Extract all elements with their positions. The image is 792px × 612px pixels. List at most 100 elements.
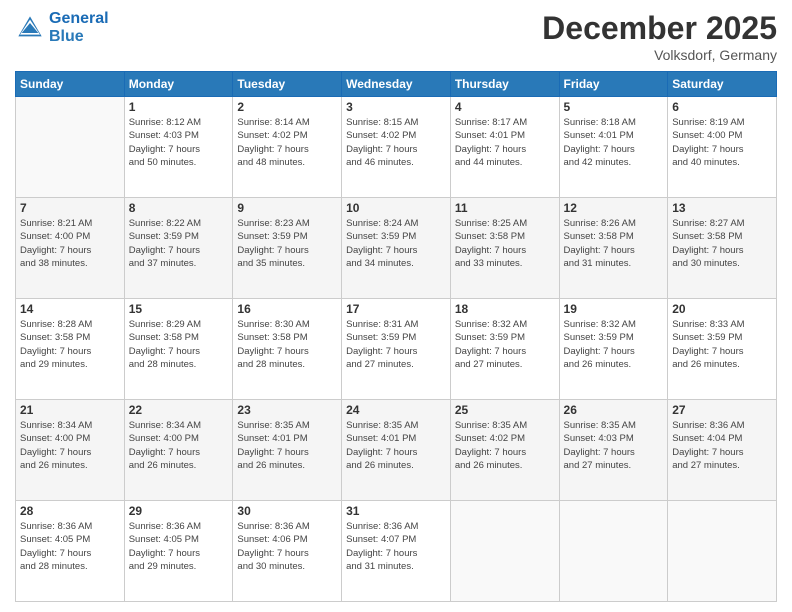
calendar-cell: 13 Sunrise: 8:27 AMSunset: 3:58 PMDayligh… bbox=[668, 198, 777, 299]
day-info: Sunrise: 8:28 AMSunset: 3:58 PMDaylight:… bbox=[20, 318, 120, 371]
day-number: 8 bbox=[129, 201, 229, 215]
day-info: Sunrise: 8:12 AMSunset: 4:03 PMDaylight:… bbox=[129, 116, 229, 169]
weekday-header-thursday: Thursday bbox=[450, 72, 559, 97]
day-number: 9 bbox=[237, 201, 337, 215]
calendar-week-1: 7 Sunrise: 8:21 AMSunset: 4:00 PMDaylight… bbox=[16, 198, 777, 299]
day-info: Sunrise: 8:36 AMSunset: 4:05 PMDaylight:… bbox=[129, 520, 229, 573]
day-number: 15 bbox=[129, 302, 229, 316]
calendar-cell: 21 Sunrise: 8:34 AMSunset: 4:00 PMDayligh… bbox=[16, 400, 125, 501]
calendar-cell: 3 Sunrise: 8:15 AMSunset: 4:02 PMDaylight… bbox=[342, 97, 451, 198]
day-info: Sunrise: 8:17 AMSunset: 4:01 PMDaylight:… bbox=[455, 116, 555, 169]
calendar-cell: 19 Sunrise: 8:32 AMSunset: 3:59 PMDayligh… bbox=[559, 299, 668, 400]
day-number: 22 bbox=[129, 403, 229, 417]
day-info: Sunrise: 8:32 AMSunset: 3:59 PMDaylight:… bbox=[455, 318, 555, 371]
calendar-cell: 22 Sunrise: 8:34 AMSunset: 4:00 PMDayligh… bbox=[124, 400, 233, 501]
calendar-cell: 9Sunrise: 8:23 AMSunset: 3:59 PMDaylight… bbox=[233, 198, 342, 299]
calendar-cell: 4 Sunrise: 8:17 AMSunset: 4:01 PMDaylight… bbox=[450, 97, 559, 198]
weekday-header-saturday: Saturday bbox=[668, 72, 777, 97]
calendar-cell bbox=[450, 501, 559, 602]
day-info: Sunrise: 8:26 AMSunset: 3:58 PMDaylight:… bbox=[564, 217, 664, 270]
day-info: Sunrise: 8:22 AMSunset: 3:59 PMDaylight:… bbox=[129, 217, 229, 270]
day-info: Sunrise: 8:32 AMSunset: 3:59 PMDaylight:… bbox=[564, 318, 664, 371]
day-info: Sunrise: 8:36 AMSunset: 4:05 PMDaylight:… bbox=[20, 520, 120, 573]
day-number: 14 bbox=[20, 302, 120, 316]
calendar-cell: 15 Sunrise: 8:29 AMSunset: 3:58 PMDayligh… bbox=[124, 299, 233, 400]
day-info: Sunrise: 8:33 AMSunset: 3:59 PMDaylight:… bbox=[672, 318, 772, 371]
logo-text: General Blue bbox=[49, 10, 109, 45]
calendar-cell bbox=[668, 501, 777, 602]
day-info: Sunrise: 8:35 AMSunset: 4:01 PMDaylight:… bbox=[346, 419, 446, 472]
day-info: Sunrise: 8:35 AMSunset: 4:03 PMDaylight:… bbox=[564, 419, 664, 472]
calendar-cell bbox=[559, 501, 668, 602]
calendar-cell: 23 Sunrise: 8:35 AMSunset: 4:01 PMDayligh… bbox=[233, 400, 342, 501]
calendar-cell: 18 Sunrise: 8:32 AMSunset: 3:59 PMDayligh… bbox=[450, 299, 559, 400]
calendar-cell: 20 Sunrise: 8:33 AMSunset: 3:59 PMDayligh… bbox=[668, 299, 777, 400]
day-number: 7 bbox=[20, 201, 120, 215]
day-number: 29 bbox=[129, 504, 229, 518]
weekday-header-sunday: Sunday bbox=[16, 72, 125, 97]
calendar-table: SundayMondayTuesdayWednesdayThursdayFrid… bbox=[15, 71, 777, 602]
logo: General Blue bbox=[15, 10, 109, 45]
logo-general: General bbox=[49, 10, 109, 27]
calendar-header: SundayMondayTuesdayWednesdayThursdayFrid… bbox=[16, 72, 777, 97]
day-info: Sunrise: 8:27 AMSunset: 3:58 PMDaylight:… bbox=[672, 217, 772, 270]
day-info: Sunrise: 8:34 AMSunset: 4:00 PMDaylight:… bbox=[20, 419, 120, 472]
calendar-cell: 17Sunrise: 8:31 AMSunset: 3:59 PMDayligh… bbox=[342, 299, 451, 400]
calendar-cell: 30Sunrise: 8:36 AMSunset: 4:06 PMDayligh… bbox=[233, 501, 342, 602]
day-info: Sunrise: 8:36 AMSunset: 4:04 PMDaylight:… bbox=[672, 419, 772, 472]
weekday-header-wednesday: Wednesday bbox=[342, 72, 451, 97]
day-number: 28 bbox=[20, 504, 120, 518]
calendar-cell: 31Sunrise: 8:36 AMSunset: 4:07 PMDayligh… bbox=[342, 501, 451, 602]
location: Volksdorf, Germany bbox=[542, 47, 777, 63]
day-number: 19 bbox=[564, 302, 664, 316]
day-number: 6 bbox=[672, 100, 772, 114]
day-info: Sunrise: 8:35 AMSunset: 4:01 PMDaylight:… bbox=[237, 419, 337, 472]
day-info: Sunrise: 8:30 AMSunset: 3:58 PMDaylight:… bbox=[237, 318, 337, 371]
page: General Blue December 2025 Volksdorf, Ge… bbox=[0, 0, 792, 612]
day-number: 3 bbox=[346, 100, 446, 114]
day-info: Sunrise: 8:29 AMSunset: 3:58 PMDaylight:… bbox=[129, 318, 229, 371]
day-number: 21 bbox=[20, 403, 120, 417]
calendar-cell: 12 Sunrise: 8:26 AMSunset: 3:58 PMDayligh… bbox=[559, 198, 668, 299]
day-number: 1 bbox=[129, 100, 229, 114]
calendar-cell: 8 Sunrise: 8:22 AMSunset: 3:59 PMDaylight… bbox=[124, 198, 233, 299]
calendar-cell: 26 Sunrise: 8:35 AMSunset: 4:03 PMDayligh… bbox=[559, 400, 668, 501]
title-block: December 2025 Volksdorf, Germany bbox=[542, 10, 777, 63]
calendar-cell: 29 Sunrise: 8:36 AMSunset: 4:05 PMDayligh… bbox=[124, 501, 233, 602]
day-info: Sunrise: 8:15 AMSunset: 4:02 PMDaylight:… bbox=[346, 116, 446, 169]
day-number: 5 bbox=[564, 100, 664, 114]
day-number: 18 bbox=[455, 302, 555, 316]
day-number: 26 bbox=[564, 403, 664, 417]
day-number: 24 bbox=[346, 403, 446, 417]
calendar-cell: 24 Sunrise: 8:35 AMSunset: 4:01 PMDayligh… bbox=[342, 400, 451, 501]
weekday-header-monday: Monday bbox=[124, 72, 233, 97]
day-info: Sunrise: 8:36 AMSunset: 4:06 PMDaylight:… bbox=[237, 520, 337, 573]
day-number: 12 bbox=[564, 201, 664, 215]
calendar-cell: 5Sunrise: 8:18 AMSunset: 4:01 PMDaylight… bbox=[559, 97, 668, 198]
header: General Blue December 2025 Volksdorf, Ge… bbox=[15, 10, 777, 63]
calendar-week-2: 14 Sunrise: 8:28 AMSunset: 3:58 PMDayligh… bbox=[16, 299, 777, 400]
weekday-header-friday: Friday bbox=[559, 72, 668, 97]
weekday-header-tuesday: Tuesday bbox=[233, 72, 342, 97]
calendar-cell: 7 Sunrise: 8:21 AMSunset: 4:00 PMDaylight… bbox=[16, 198, 125, 299]
day-info: Sunrise: 8:19 AMSunset: 4:00 PMDaylight:… bbox=[672, 116, 772, 169]
calendar-week-3: 21 Sunrise: 8:34 AMSunset: 4:00 PMDayligh… bbox=[16, 400, 777, 501]
day-info: Sunrise: 8:25 AMSunset: 3:58 PMDaylight:… bbox=[455, 217, 555, 270]
day-number: 20 bbox=[672, 302, 772, 316]
day-info: Sunrise: 8:34 AMSunset: 4:00 PMDaylight:… bbox=[129, 419, 229, 472]
day-number: 10 bbox=[346, 201, 446, 215]
day-info: Sunrise: 8:21 AMSunset: 4:00 PMDaylight:… bbox=[20, 217, 120, 270]
day-number: 11 bbox=[455, 201, 555, 215]
logo-icon bbox=[15, 13, 45, 43]
day-number: 27 bbox=[672, 403, 772, 417]
day-info: Sunrise: 8:24 AMSunset: 3:59 PMDaylight:… bbox=[346, 217, 446, 270]
logo-blue: Blue bbox=[49, 28, 109, 46]
day-number: 16 bbox=[237, 302, 337, 316]
day-number: 13 bbox=[672, 201, 772, 215]
day-info: Sunrise: 8:14 AMSunset: 4:02 PMDaylight:… bbox=[237, 116, 337, 169]
day-number: 23 bbox=[237, 403, 337, 417]
calendar-cell: 14 Sunrise: 8:28 AMSunset: 3:58 PMDayligh… bbox=[16, 299, 125, 400]
day-number: 4 bbox=[455, 100, 555, 114]
calendar-cell bbox=[16, 97, 125, 198]
calendar-cell: 2Sunrise: 8:14 AMSunset: 4:02 PMDaylight… bbox=[233, 97, 342, 198]
